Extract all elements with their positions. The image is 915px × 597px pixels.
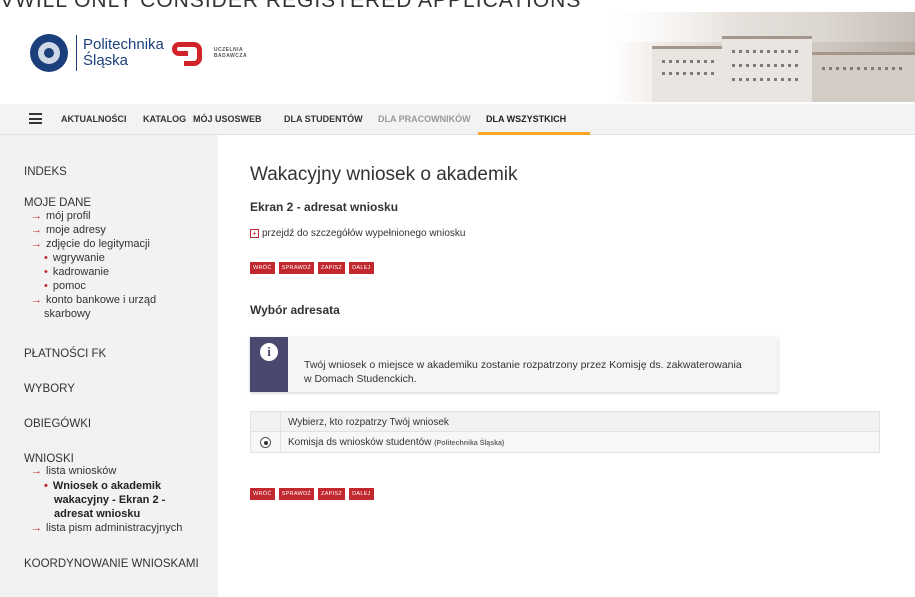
info-icon: i bbox=[258, 341, 280, 363]
recipient-table: Wybierz, kto rozpatrzy Twój wniosek Komi… bbox=[250, 411, 880, 453]
sidebar-item-current-line3[interactable]: adresat wniosku bbox=[54, 508, 140, 520]
nav-dla-wszystkich[interactable]: DLA WSZYSTKICH bbox=[486, 114, 566, 124]
sidebar-item-kadrowanie[interactable]: • kadrowanie bbox=[44, 267, 109, 278]
top-banner: VWILL ONLY CONSIDER REGISTERED APPLICATI… bbox=[0, 0, 915, 12]
sidebar-indeks[interactable]: INDEKS bbox=[24, 166, 67, 178]
nav-aktualnosci[interactable]: AKTUALNOŚCI bbox=[61, 114, 127, 124]
button-row-bottom: WRÓĆ SPRAWDŹ ZAPISZ DALEJ bbox=[250, 488, 374, 500]
university-seal-icon bbox=[30, 34, 68, 72]
sidebar-item-wgrywanie[interactable]: • wgrywanie bbox=[44, 253, 105, 264]
check-button[interactable]: SPRAWDŹ bbox=[278, 262, 315, 274]
bullet-icon: • bbox=[44, 266, 48, 278]
sidebar-item-lista-wnioskow[interactable]: → lista wniosków bbox=[31, 466, 116, 477]
research-university-label: UCZELNIA BADAWCZA bbox=[213, 47, 248, 59]
hamburger-menu-icon[interactable] bbox=[29, 113, 42, 124]
logo-line2: Śląska bbox=[83, 52, 129, 69]
sidebar-moje-dane[interactable]: MOJE DANE bbox=[24, 197, 91, 209]
back-button[interactable]: WRÓĆ bbox=[250, 262, 275, 274]
sidebar: INDEKS MOJE DANE → mój profil → moje adres… bbox=[0, 135, 218, 597]
logo-divider bbox=[76, 35, 77, 71]
logo-line1: Politechnika bbox=[83, 36, 164, 53]
button-row-top: WRÓĆ SPRAWDŹ ZAPISZ DALEJ bbox=[250, 262, 374, 274]
header: Politechnika Śląska UCZELNIA BADAWCZA bbox=[0, 12, 915, 104]
info-text: Twój wniosek o miejsce w akademiku zosta… bbox=[304, 359, 742, 385]
recipient-radio[interactable] bbox=[260, 437, 271, 448]
top-banner-text: VWILL ONLY CONSIDER REGISTERED APPLICATI… bbox=[0, 0, 582, 12]
arrow-icon: → bbox=[31, 210, 42, 222]
sidebar-platnosci[interactable]: PŁATNOŚCI FK bbox=[24, 348, 106, 360]
save-button-bottom[interactable]: ZAPISZ bbox=[318, 488, 346, 500]
main-content: Wakacyjny wniosek o akademik Ekran 2 - a… bbox=[218, 135, 915, 597]
details-link[interactable]: + przejdź do szczegółów wypełnionego wni… bbox=[250, 228, 465, 239]
campus-photo bbox=[612, 12, 915, 102]
bullet-icon: • bbox=[44, 280, 48, 292]
sidebar-item-konto[interactable]: → konto bankowe i urząd bbox=[31, 295, 156, 306]
arrow-icon: → bbox=[31, 522, 42, 534]
sidebar-item-zdjecie[interactable]: → zdjęcie do legitymacji bbox=[31, 239, 150, 250]
main-nav: AKTUALNOŚCI KATALOG MÓJ USOSWEB DLA STUD… bbox=[0, 104, 915, 135]
info-box: i Twój wniosek o miejsce w akademiku zos… bbox=[250, 337, 778, 392]
next-button-bottom[interactable]: DALEJ bbox=[349, 488, 374, 500]
sidebar-item-moje-adresy[interactable]: → moje adresy bbox=[31, 225, 106, 236]
screen-subtitle: Ekran 2 - adresat wniosku bbox=[250, 200, 399, 214]
nav-katalog[interactable]: KATALOG bbox=[143, 114, 186, 124]
nav-moj-usosweb[interactable]: MÓJ USOSWEB bbox=[193, 114, 262, 124]
recipient-option[interactable]: Komisja ds wniosków studentów (Politechn… bbox=[288, 437, 504, 448]
next-button[interactable]: DALEJ bbox=[349, 262, 374, 274]
recipient-option-sub: (Politechnika Śląska) bbox=[434, 440, 505, 447]
sidebar-koordynowanie[interactable]: KOORDYNOWANIE WNIOSKAMI bbox=[24, 558, 199, 570]
check-button-bottom[interactable]: SPRAWDŹ bbox=[278, 488, 315, 500]
arrow-icon: → bbox=[31, 238, 42, 250]
nav-dla-studentow[interactable]: DLA STUDENTÓW bbox=[284, 114, 363, 124]
arrow-icon: → bbox=[31, 224, 42, 236]
sidebar-wybory[interactable]: WYBORY bbox=[24, 383, 75, 395]
arrow-icon: → bbox=[31, 294, 42, 306]
sidebar-item-lista-pism[interactable]: → lista pism administracyjnych bbox=[31, 523, 182, 534]
table-header: Wybierz, kto rozpatrzy Twój wniosek bbox=[288, 417, 449, 428]
sidebar-item-moj-profil[interactable]: → mój profil bbox=[31, 211, 91, 222]
research-university-icon bbox=[171, 38, 204, 68]
sidebar-item-konto-cont[interactable]: skarbowy bbox=[44, 309, 90, 320]
save-button[interactable]: ZAPISZ bbox=[318, 262, 346, 274]
sidebar-item-current[interactable]: • Wniosek o akademik bbox=[44, 480, 161, 492]
nav-dla-pracownikow[interactable]: DLA PRACOWNIKÓW bbox=[378, 114, 471, 124]
table-header-row: Wybierz, kto rozpatrzy Twój wniosek bbox=[250, 411, 880, 432]
arrow-icon: → bbox=[31, 465, 42, 477]
back-button-bottom[interactable]: WRÓĆ bbox=[250, 488, 275, 500]
table-row[interactable]: Komisja ds wniosków studentów (Politechn… bbox=[250, 432, 880, 453]
details-link-label[interactable]: przejdź do szczegółów wypełnionego wnios… bbox=[262, 228, 465, 239]
logo-text: Politechnika Śląska bbox=[83, 37, 164, 69]
sidebar-item-current-line2[interactable]: wakacyjny - Ekran 2 - bbox=[54, 494, 165, 506]
page-title: Wakacyjny wniosek o akademik bbox=[250, 164, 518, 185]
sidebar-item-pomoc[interactable]: • pomoc bbox=[44, 281, 86, 292]
bullet-icon: • bbox=[44, 252, 48, 264]
expand-plus-icon[interactable]: + bbox=[250, 229, 259, 238]
sidebar-wnioski[interactable]: WNIOSKI bbox=[24, 453, 74, 465]
sidebar-obiegowki[interactable]: OBIEGÓWKI bbox=[24, 418, 91, 430]
section-title: Wybór adresata bbox=[250, 303, 340, 317]
university-logo[interactable]: Politechnika Śląska UCZELNIA BADAWCZA bbox=[30, 34, 247, 72]
bullet-icon: • bbox=[44, 480, 48, 492]
